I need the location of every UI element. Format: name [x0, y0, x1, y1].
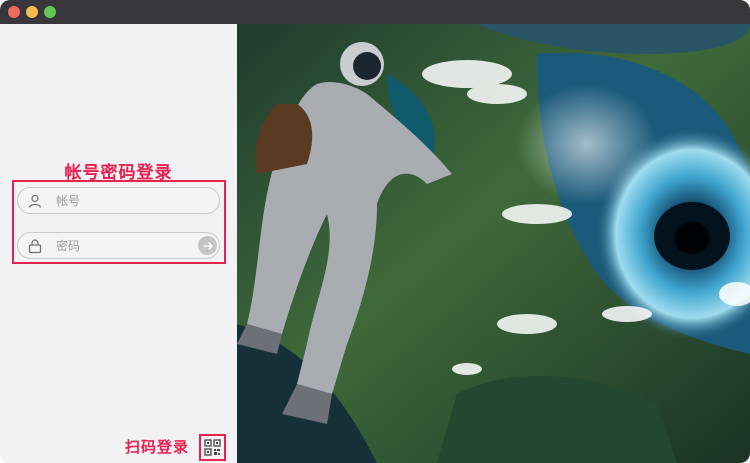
qr-login-button[interactable] [199, 434, 226, 461]
app-window: 帐号密码登录 帐号 扫码登录 [0, 0, 750, 463]
qr-login-link[interactable]: 扫码登录 [125, 436, 189, 457]
hero-image [237, 24, 750, 463]
login-submit-button[interactable] [198, 236, 217, 255]
user-icon [27, 193, 43, 209]
close-window-button[interactable] [8, 6, 20, 18]
password-input[interactable] [56, 237, 196, 255]
password-field[interactable] [17, 232, 220, 259]
username-field[interactable] [17, 187, 220, 214]
arrow-right-icon [202, 241, 213, 250]
qr-code-icon [204, 439, 221, 456]
maximize-window-button[interactable] [44, 6, 56, 18]
username-input[interactable] [56, 192, 196, 210]
minimize-window-button[interactable] [26, 6, 38, 18]
login-panel: 帐号密码登录 帐号 扫码登录 [0, 24, 237, 463]
title-bar [0, 0, 750, 24]
lock-icon [27, 238, 43, 254]
